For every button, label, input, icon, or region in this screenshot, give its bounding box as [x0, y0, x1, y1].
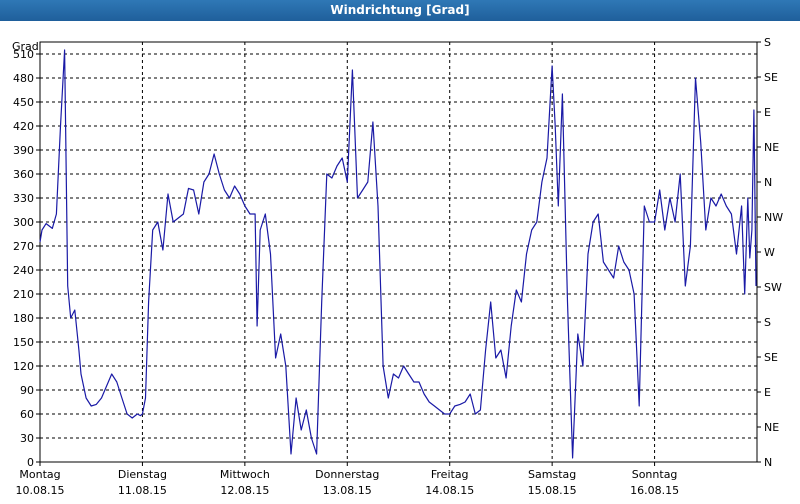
x-tick-date-label: 10.08.15: [16, 484, 65, 497]
plot-frame: [39, 41, 758, 463]
series-line-windrichtung: [39, 49, 757, 459]
y2-tick-label: NE: [764, 421, 779, 434]
y2-tick-label: E: [764, 386, 771, 399]
y2-tick-label: W: [764, 246, 775, 259]
y2-tick-label: E: [764, 106, 771, 119]
y-tick-label: 420: [13, 120, 34, 133]
grid-layer: [40, 42, 757, 462]
window-title: Windrichtung [Grad]: [0, 0, 800, 21]
y-tick-label: 60: [20, 408, 34, 421]
x-tick-day-label: Dienstag: [118, 468, 167, 481]
x-tick-day-label: Samstag: [528, 468, 576, 481]
y-tick-label: 300: [13, 216, 34, 229]
line-chart: 0306090120150180210240270300330360390420…: [12, 36, 783, 497]
x-tick-day-label: Freitag: [431, 468, 469, 481]
y2-tick-label: S: [764, 36, 771, 49]
y-tick-label: 180: [13, 312, 34, 325]
x-tick-day-label: Montag: [19, 468, 60, 481]
y-tick-label: 390: [13, 144, 34, 157]
x-tick-day-label: Sonntag: [632, 468, 678, 481]
y-tick-label: 270: [13, 240, 34, 253]
y-tick-label: 360: [13, 168, 34, 181]
x-tick-date-label: 11.08.15: [118, 484, 167, 497]
y2-tick-label: S: [764, 316, 771, 329]
y2-tick-label: SE: [764, 71, 778, 84]
x-tick-day-label: Donnerstag: [315, 468, 379, 481]
x-tick-date-label: 15.08.15: [528, 484, 577, 497]
y-tick-label: 120: [13, 360, 34, 373]
x-tick-day-label: Mittwoch: [220, 468, 270, 481]
y-tick-label: 30: [20, 432, 34, 445]
x-tick-date-label: 13.08.15: [323, 484, 372, 497]
y-tick-label: 450: [13, 96, 34, 109]
y2-tick-label: SE: [764, 351, 778, 364]
y2-tick-label: NE: [764, 141, 779, 154]
y-axis-label: Grad: [12, 40, 39, 53]
x-tick-date-label: 14.08.15: [425, 484, 474, 497]
y2-tick-label: N: [764, 176, 772, 189]
y2-tick-label: SW: [764, 281, 782, 294]
y-tick-label: 90: [20, 384, 34, 397]
y-tick-label: 150: [13, 336, 34, 349]
x-axis: Montag 10.08.15 Dienstag 11.08.15 Mittwoch 12…: [16, 462, 679, 497]
y-axis-left: 0306090120150180210240270300330360390420…: [13, 48, 40, 469]
plot-area: 0 30 60 90 120 150 180 210 240 270 300 330 360 390 420…: [0, 21, 800, 500]
x-tick-date-label: 16.08.15: [630, 484, 679, 497]
y-tick-label: 330: [13, 192, 34, 205]
series-layer: [39, 49, 757, 459]
y-axis-right: N NE E SE S SW W NW N NE E SE S: [757, 36, 783, 469]
y2-tick-label: N: [764, 456, 772, 469]
y2-tick-label: NW: [764, 211, 783, 224]
y-tick-label: 240: [13, 264, 34, 277]
chart-window: Windrichtung [Grad] 0 30 60 90 120 150 180 210 2…: [0, 0, 800, 500]
y-tick-label: 480: [13, 72, 34, 85]
x-tick-date-label: 12.08.15: [220, 484, 269, 497]
y-tick-label: 210: [13, 288, 34, 301]
